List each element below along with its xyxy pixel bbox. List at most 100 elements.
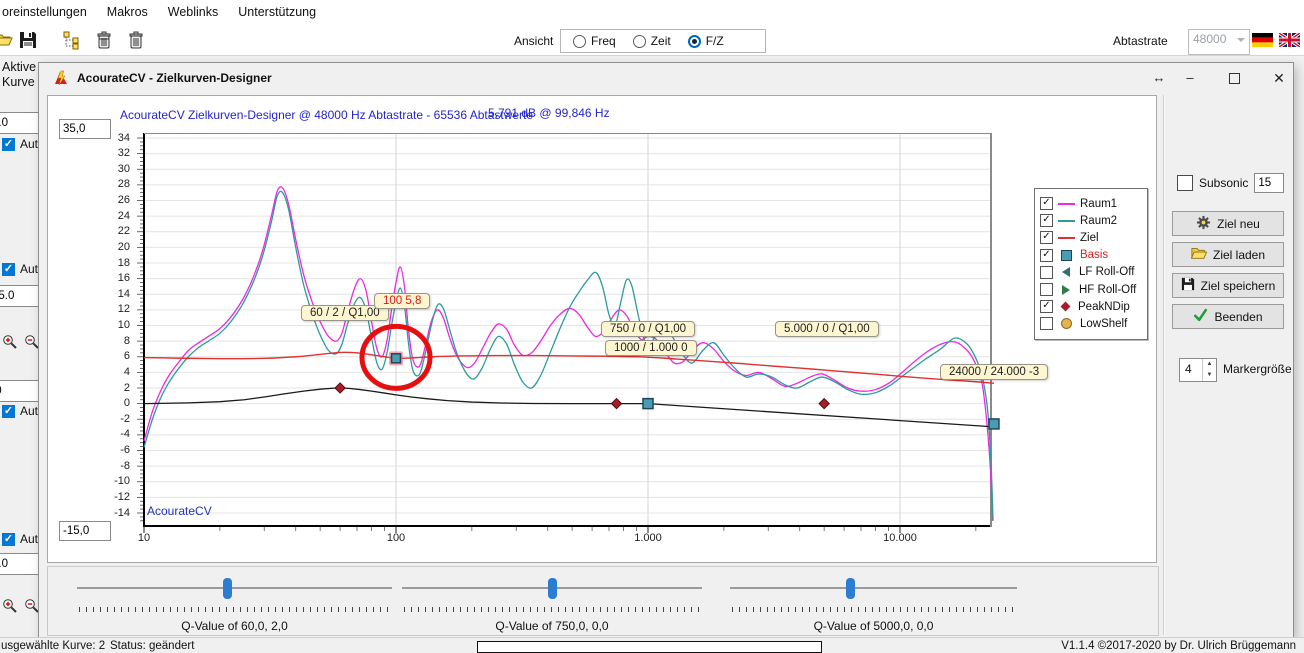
save-icon[interactable]: [18, 30, 38, 50]
abtastrate-select[interactable]: 48000: [1188, 29, 1250, 55]
uk-flag-icon[interactable]: [1279, 33, 1300, 50]
q-slider-group-0: Q-Value of 60,0, 2,0: [77, 577, 392, 635]
legend-label: LowShelf: [1080, 318, 1127, 330]
legend-item-hf-roll-off[interactable]: HF Roll-Off: [1040, 281, 1142, 298]
slider-label: Q-Value of 5000,0, 0,0: [730, 619, 1017, 633]
view-radio-freq[interactable]: Freq: [573, 34, 616, 48]
subsonic-checkbox[interactable]: [1177, 175, 1193, 191]
peakndip-marker: [819, 399, 829, 409]
legend-item-ziel[interactable]: ✓Ziel: [1040, 229, 1142, 246]
marker-size-spinner[interactable]: 4 ▲▼: [1179, 358, 1217, 382]
legend-checkbox[interactable]: ✓: [1040, 214, 1053, 227]
y-tick-label: 32: [118, 147, 130, 159]
zoom-in-icon[interactable]: [2, 334, 18, 353]
legend-line-swatch: [1058, 220, 1075, 222]
peakndip-marker: [335, 383, 345, 393]
legend-checkbox[interactable]: [1040, 266, 1053, 279]
checkbox-checked-icon[interactable]: ✓: [2, 263, 15, 276]
legend-label: LF Roll-Off: [1079, 266, 1134, 278]
active-curve-label: Aktive Kurve: [2, 60, 36, 90]
legend-item-lowshelf[interactable]: LowShelf: [1040, 315, 1142, 332]
y-tick-label: 20: [118, 241, 130, 253]
chart-title: AcourateCV Zielkurven-Designer @ 48000 H…: [120, 108, 533, 122]
open-folder-icon[interactable]: [0, 30, 14, 50]
q-slider-group-1: Q-Value of 750,0, 0,0: [402, 577, 702, 635]
marker-size-label: Markergröße: [1223, 362, 1292, 376]
spin-up-icon[interactable]: ▲: [1203, 359, 1216, 370]
resize-button[interactable]: ↔: [1145, 66, 1173, 90]
legend-checkbox[interactable]: ✓: [1040, 197, 1053, 210]
legend-checkbox[interactable]: [1040, 283, 1053, 296]
zoom-in-icon[interactable]: [2, 598, 18, 617]
checkbox-checked-icon[interactable]: ✓: [2, 533, 15, 546]
legend-diamond-swatch: [1061, 302, 1071, 312]
legend-checkbox[interactable]: ✓: [1040, 300, 1053, 313]
y-tick-label: 28: [118, 178, 130, 190]
basis-marker: [989, 419, 999, 429]
slider-thumb[interactable]: [548, 578, 557, 599]
y-tick-label: 22: [118, 225, 130, 237]
zoom-controls-4: [2, 334, 40, 353]
legend-item-raum1[interactable]: ✓Raum1: [1040, 195, 1142, 212]
selected-marker[interactable]: [392, 354, 401, 363]
legend-checkbox[interactable]: [1040, 317, 1053, 330]
legend-checkbox[interactable]: ✓: [1040, 249, 1053, 262]
slider-thumb[interactable]: [223, 578, 232, 599]
cursor-readout: 5,791 dB @ 99,846 Hz: [488, 106, 610, 120]
subsonic-input[interactable]: [1254, 173, 1284, 193]
dialog-title: AcourateCV - Zielkurven-Designer: [77, 71, 272, 85]
delete-curve-icon[interactable]: [94, 30, 114, 50]
q-slider-group-2: Q-Value of 5000,0, 0,0: [730, 577, 1017, 635]
checkbox-checked-icon[interactable]: ✓: [2, 138, 15, 151]
legend-triangle-left-swatch: [1062, 267, 1070, 277]
y-tick-label: 10: [118, 319, 130, 331]
legend-item-peakndip[interactable]: ✓PeakNDip: [1040, 298, 1142, 315]
toolbar: Ansicht FreqZeitF/Z Abtastrate 48000: [0, 26, 1304, 56]
menu-item-3[interactable]: Unterstützung: [228, 0, 326, 19]
view-radio-zeit[interactable]: Zeit: [633, 34, 671, 48]
curve-list-icon[interactable]: [62, 30, 82, 50]
y-tick-label: -12: [114, 491, 130, 503]
status-bar: usgewählte Kurve: 2 Status: geändert V1.…: [0, 637, 1304, 653]
ziel-laden-button[interactable]: Ziel laden: [1172, 242, 1284, 267]
slider-ticks: [404, 607, 700, 612]
menu-item-0[interactable]: oreinstellungen: [0, 0, 97, 19]
slider-label: Q-Value of 750,0, 0,0: [402, 619, 702, 633]
x-tick-label: 1.000: [634, 532, 662, 544]
abtastrate-value: 48000: [1193, 32, 1226, 46]
y-tick-label: -2: [120, 413, 130, 425]
maximize-button[interactable]: [1220, 66, 1248, 90]
spin-down-icon[interactable]: ▼: [1203, 370, 1216, 381]
minimize-button[interactable]: –: [1176, 66, 1204, 90]
y-min-input[interactable]: [59, 521, 111, 541]
german-flag-icon[interactable]: [1252, 33, 1273, 50]
delete-all-icon[interactable]: [126, 30, 146, 50]
close-button[interactable]: ✕: [1265, 66, 1293, 90]
y-tick-label: 24: [118, 210, 130, 222]
legend-item-basis[interactable]: ✓Basis: [1040, 247, 1142, 264]
slider-track[interactable]: [730, 587, 1017, 589]
view-radio-f-z[interactable]: F/Z: [688, 34, 724, 48]
slider-track[interactable]: [77, 587, 392, 589]
ziel-speichern-button[interactable]: Ziel speichern: [1172, 273, 1284, 298]
selected-curve-status: usgewählte Kurve: 2: [1, 640, 105, 652]
slider-thumb[interactable]: [846, 578, 855, 599]
legend-item-raum2[interactable]: ✓Raum2: [1040, 212, 1142, 229]
legend-triangle-right-swatch: [1062, 285, 1070, 295]
legend-checkbox[interactable]: ✓: [1040, 231, 1053, 244]
legend-square-swatch: [1061, 250, 1072, 261]
menu-item-1[interactable]: Makros: [97, 0, 158, 19]
y-max-input[interactable]: [59, 119, 111, 139]
radio-label: Zeit: [651, 34, 671, 48]
checkbox-checked-icon[interactable]: ✓: [2, 405, 15, 418]
y-tick-label: -10: [114, 475, 130, 487]
y-tick-label: 8: [124, 335, 130, 347]
dialog-titlebar[interactable]: AcourateCV - Zielkurven-Designer ↔ – ✕: [39, 63, 1293, 93]
check-icon: [1193, 308, 1208, 325]
menu-item-2[interactable]: Weblinks: [158, 0, 228, 19]
legend-item-lf-roll-off[interactable]: LF Roll-Off: [1040, 264, 1142, 281]
floppy-icon: [1181, 277, 1195, 294]
beenden-button[interactable]: Beenden: [1172, 304, 1284, 329]
ziel-neu-button[interactable]: Ziel neu: [1172, 211, 1284, 236]
marker-size-value: 4: [1185, 362, 1192, 376]
